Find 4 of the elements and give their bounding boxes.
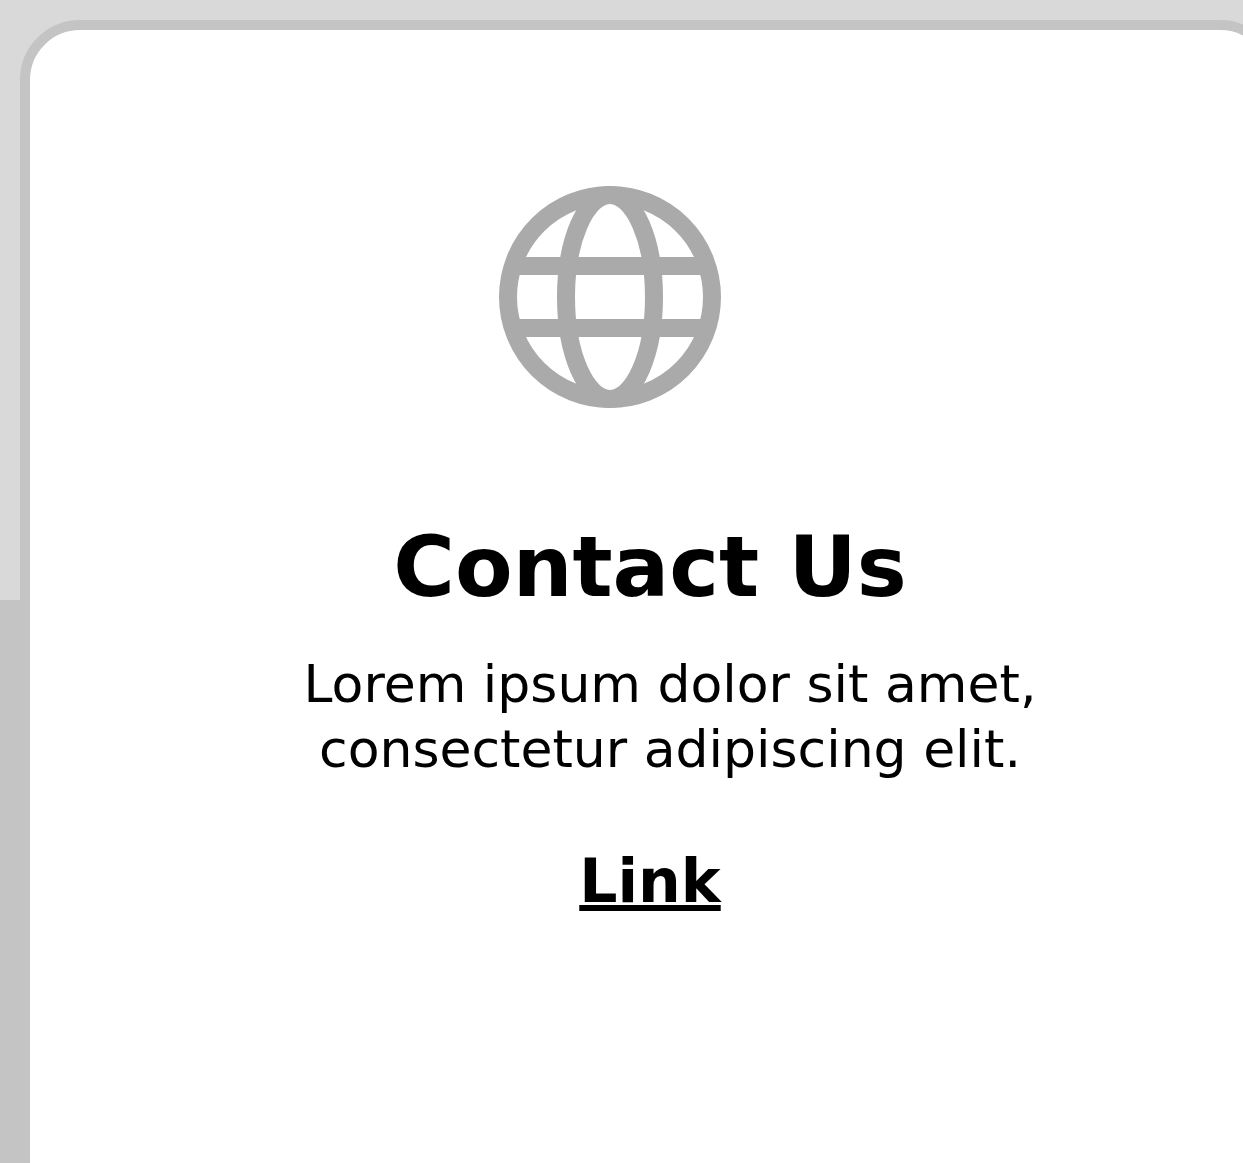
card-title: Contact Us xyxy=(393,518,907,616)
card-link[interactable]: Link xyxy=(579,846,721,916)
card-description: Lorem ipsum dolor sit amet, consectetur adipiscing elit. xyxy=(302,653,1038,781)
globe-icon xyxy=(499,186,721,408)
